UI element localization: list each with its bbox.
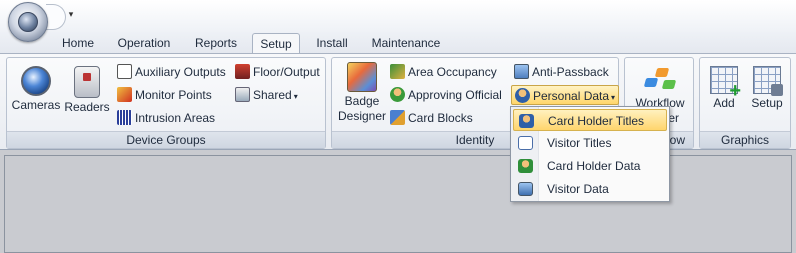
menu-item-label: Visitor Data — [547, 182, 609, 196]
card-reader-icon — [74, 66, 100, 98]
cameras-label: Cameras — [11, 98, 61, 112]
setup-graphic-button[interactable]: Setup — [746, 66, 788, 111]
personal-data-button[interactable]: Personal Data ▾ — [511, 85, 620, 105]
badge-designer-button[interactable]: Badge Designer — [336, 62, 388, 124]
chevron-down-icon: ▾ — [611, 93, 616, 102]
tab-reports[interactable]: Reports — [190, 33, 242, 54]
menu-item-label: Visitor Titles — [547, 136, 612, 150]
badge-designer-label-line1: Badge — [344, 94, 380, 108]
area-occupancy-button[interactable]: Area Occupancy — [390, 62, 497, 82]
tab-operation[interactable]: Operation — [112, 33, 176, 54]
application-orb-icon — [18, 12, 38, 32]
application-orb-button[interactable] — [8, 2, 48, 42]
menu-item-visitor-data[interactable]: Visitor Data — [513, 178, 667, 200]
visitor-data-icon — [518, 182, 533, 196]
monitor-points-button[interactable]: Monitor Points — [117, 85, 212, 105]
group-device-groups: Cameras Readers Auxiliary Outputs Monito… — [6, 57, 326, 149]
anti-passback-button[interactable]: Anti-Passback — [514, 62, 609, 82]
tab-home[interactable]: Home — [58, 33, 98, 54]
monitor-point-icon — [117, 87, 132, 102]
card-holder-data-icon — [518, 159, 533, 173]
ribbon: Cameras Readers Auxiliary Outputs Monito… — [0, 53, 796, 150]
readers-button[interactable]: Readers — [63, 66, 111, 115]
intrusion-areas-label: Intrusion Areas — [135, 111, 216, 125]
ribbon-tabs: Home Operation Reports Setup Install Mai… — [0, 32, 796, 55]
area-occupancy-icon — [390, 64, 405, 79]
cameras-button[interactable]: Cameras — [11, 66, 61, 113]
menu-item-label: Card Holder Data — [547, 159, 641, 173]
badge-designer-label-line2: Designer — [337, 109, 387, 123]
shared-label: Shared — [253, 88, 292, 102]
menu-item-visitor-titles[interactable]: Visitor Titles — [513, 132, 667, 154]
intrusion-areas-button[interactable]: Intrusion Areas — [117, 108, 215, 128]
quick-access-toolbar — [46, 4, 66, 30]
card-holder-titles-icon — [519, 114, 534, 128]
shared-icon — [235, 87, 250, 102]
quick-access-dropdown-icon[interactable]: ▾ — [66, 8, 76, 20]
menu-item-card-holder-titles[interactable]: Card Holder Titles — [513, 109, 667, 131]
auxiliary-outputs-label: Auxiliary Outputs — [135, 65, 226, 79]
area-occupancy-label: Area Occupancy — [408, 65, 497, 79]
group-label-device-groups: Device Groups — [7, 131, 325, 148]
camera-icon — [21, 66, 51, 96]
anti-passback-icon — [514, 64, 529, 79]
tab-setup[interactable]: Setup — [252, 33, 300, 55]
card-blocks-button[interactable]: Card Blocks — [390, 108, 473, 128]
chevron-down-icon: ▾ — [293, 92, 298, 101]
card-blocks-icon — [390, 110, 405, 125]
personal-data-label: Personal Data — [533, 89, 610, 103]
add-graphic-icon — [710, 66, 741, 99]
content-pane[interactable] — [4, 155, 792, 253]
tab-maintenance[interactable]: Maintenance — [366, 33, 446, 54]
visitor-titles-icon — [518, 136, 533, 150]
setup-label: Setup — [751, 96, 783, 110]
title-bar: ▾ — [0, 0, 796, 42]
readers-label: Readers — [64, 100, 110, 114]
approving-official-label: Approving Official — [408, 88, 502, 102]
shared-button[interactable]: Shared ▾ — [235, 85, 298, 105]
tab-install[interactable]: Install — [310, 33, 354, 54]
menu-item-card-holder-data[interactable]: Card Holder Data — [513, 155, 667, 177]
menu-item-label: Card Holder Titles — [548, 114, 645, 128]
floor-output-label: Floor/Output — [253, 65, 320, 79]
auxiliary-outputs-button[interactable]: Auxiliary Outputs — [117, 62, 226, 82]
badge-designer-icon — [347, 62, 377, 92]
personal-data-icon — [515, 88, 530, 103]
workspace — [0, 151, 796, 253]
group-graphics: Add Setup Graphics — [699, 57, 791, 149]
floor-output-button[interactable]: Floor/Output — [235, 62, 320, 82]
personal-data-menu: Card Holder Titles Visitor Titles Card H… — [510, 106, 670, 202]
intrusion-area-icon — [117, 110, 132, 125]
add-graphic-button[interactable]: Add — [704, 66, 744, 111]
anti-passback-label: Anti-Passback — [532, 65, 609, 79]
monitor-points-label: Monitor Points — [135, 88, 212, 102]
workflow-icon — [643, 66, 677, 94]
card-blocks-label: Card Blocks — [408, 111, 473, 125]
approving-official-icon — [390, 87, 405, 102]
approving-official-button[interactable]: Approving Official — [390, 85, 502, 105]
group-label-graphics: Graphics — [700, 131, 790, 148]
setup-graphic-icon — [753, 66, 783, 96]
floor-output-icon — [235, 64, 250, 79]
auxiliary-output-icon — [117, 64, 132, 79]
